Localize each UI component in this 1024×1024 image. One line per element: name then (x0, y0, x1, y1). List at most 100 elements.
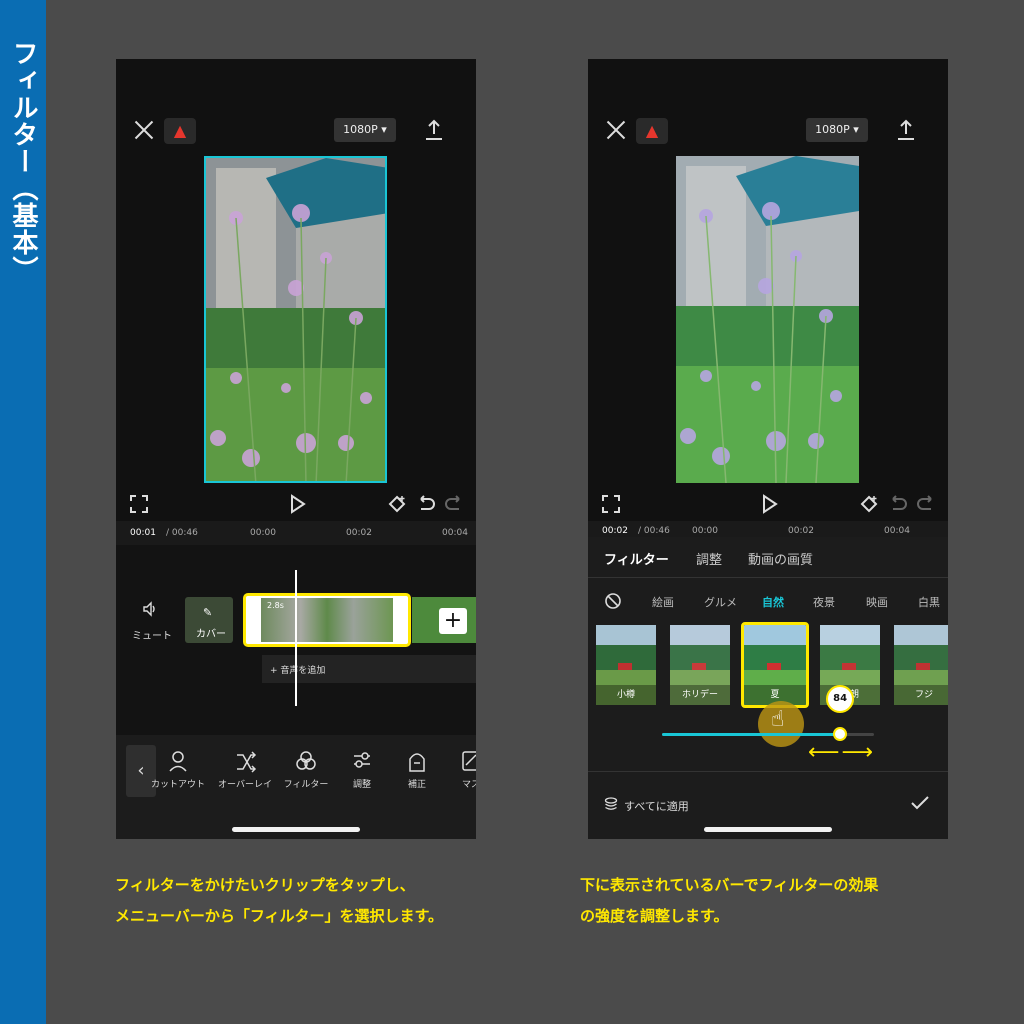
tool-label: フィルター (283, 780, 329, 790)
flower-photo-filtered (676, 156, 859, 483)
category-nature[interactable]: 自然 (762, 594, 784, 610)
clip-duration: 2.8s (267, 601, 284, 610)
intensity-slider-knob[interactable] (833, 727, 848, 741)
home-indicator (704, 827, 832, 832)
play-icon[interactable] (758, 493, 780, 515)
redo-icon[interactable] (915, 493, 937, 515)
resolution-label: 1080P (815, 123, 850, 136)
hand-pointer-icon: ☝ (771, 707, 785, 732)
filter-label: フジ (894, 685, 948, 705)
tool-label: オーバーレイ (218, 780, 272, 790)
tool-cutout[interactable]: カットアウト (148, 749, 208, 790)
caption-left: フィルターをかけたいクリップをタップし、 メニューバーから「フィルター」を選択し… (115, 876, 444, 925)
tool-filter[interactable]: フィルター (276, 749, 336, 790)
timecode-bar: 00:01 / 00:46 00:00 00:02 00:04 (116, 521, 476, 545)
timeline[interactable]: ミュート ✎ カバー 2.8s + + 音声を追加 (116, 545, 476, 735)
mask-icon (462, 751, 476, 771)
time-total: / 00:46 (166, 528, 198, 538)
playhead[interactable] (295, 570, 297, 706)
no-filter-icon[interactable] (604, 592, 622, 610)
phone-screen-left: ▲ 1080P ▾ 00:01 / 00:46 00:00 00:02 00:0… (116, 59, 476, 839)
tool-overlay[interactable]: オーバーレイ (215, 749, 275, 790)
fullscreen-icon[interactable] (600, 493, 622, 515)
flame-icon[interactable]: ▲ (164, 118, 196, 144)
apply-all-button[interactable]: すべてに適用 (624, 798, 689, 814)
divider (588, 577, 948, 578)
tick-label: 00:04 (884, 526, 910, 536)
category-movie[interactable]: 映画 (866, 594, 888, 610)
cutout-icon (169, 751, 187, 772)
flower-photo (206, 158, 385, 481)
cover-label: カバー (196, 629, 226, 640)
time-current: 00:01 (130, 528, 156, 538)
category-gourmet[interactable]: グルメ (704, 594, 737, 610)
undo-icon[interactable] (887, 493, 909, 515)
resolution-label: 1080P (343, 123, 378, 136)
tool-mask[interactable]: マス (441, 749, 476, 790)
sidebar-title: フィルター（基本） (8, 40, 38, 283)
divider (588, 771, 948, 772)
drag-arrows-icon: ⟵⟶ (808, 740, 876, 765)
flame-icon[interactable]: ▲ (636, 118, 668, 144)
layers-icon[interactable] (604, 797, 618, 811)
filter-thumbnail[interactable]: ホリデー (670, 625, 730, 705)
check-icon[interactable] (910, 795, 930, 811)
tool-adjust[interactable]: 調整 (332, 749, 392, 790)
tick-label: 00:04 (442, 528, 468, 538)
tool-retouch[interactable]: 補正 (387, 749, 447, 790)
tick-label: 00:00 (692, 526, 718, 536)
cover-button[interactable]: ✎ カバー (185, 597, 233, 643)
selected-clip[interactable]: 2.8s (243, 593, 411, 647)
redo-icon[interactable] (443, 493, 465, 515)
add-clip-button[interactable]: + (439, 608, 467, 634)
tick-label: 00:02 (788, 526, 814, 536)
export-icon[interactable] (896, 119, 916, 141)
add-audio-label: + 音声を追加 (270, 666, 326, 676)
bottom-toolbar: ‹ カットアウト オーバーレイ フィルター 調整 補正 マス ☝ (116, 735, 476, 839)
tab-adjust[interactable]: 調整 (696, 549, 722, 568)
home-indicator (232, 827, 360, 832)
tab-filter[interactable]: フィルター (604, 549, 669, 568)
undo-icon[interactable] (415, 493, 437, 515)
category-night[interactable]: 夜景 (813, 594, 835, 610)
tool-label: 調整 (352, 780, 371, 790)
filter-label: 小樽 (596, 685, 656, 705)
close-icon[interactable] (134, 120, 154, 140)
fullscreen-icon[interactable] (128, 493, 150, 515)
video-preview[interactable] (204, 156, 387, 483)
play-icon[interactable] (286, 493, 308, 515)
resolution-dropdown[interactable]: 1080P ▾ (334, 118, 396, 142)
video-preview[interactable] (676, 156, 859, 483)
edit-icon: ✎ (203, 606, 213, 619)
speaker-icon[interactable] (142, 601, 158, 617)
caption-right: 下に表示されているバーでフィルターの効果 の強度を調整します。 (580, 876, 879, 925)
tab-video-quality[interactable]: 動画の画質 (748, 549, 813, 568)
sidebar: フィルター（基本） (0, 0, 46, 1024)
resolution-dropdown[interactable]: 1080P ▾ (806, 118, 868, 142)
filter-panel: フィルター 調整 動画の画質 絵画 グルメ 自然 夜景 映画 白黒 小樽 ホリデ… (588, 537, 948, 839)
filter-icon (296, 751, 316, 770)
time-current: 00:02 (602, 526, 628, 536)
filter-thumbnail[interactable]: 小樽 (596, 625, 656, 705)
shuffle-icon (237, 751, 257, 773)
sliders-icon (354, 752, 370, 768)
mute-label: ミュート (132, 631, 172, 642)
keyframe-icon[interactable] (386, 493, 408, 515)
category-monochrome[interactable]: 白黒 (918, 594, 940, 610)
timecode-bar: 00:02 / 00:46 00:00 00:02 00:04 (588, 521, 948, 537)
time-total: / 00:46 (638, 526, 670, 536)
tool-label: カットアウト (150, 780, 205, 790)
filter-label: ホリデー (670, 685, 730, 705)
keyframe-icon[interactable] (858, 493, 880, 515)
close-icon[interactable] (606, 120, 626, 140)
export-icon[interactable] (424, 119, 444, 141)
intensity-slider-fill (662, 733, 841, 736)
filter-thumbnail[interactable]: フジ (894, 625, 948, 705)
tool-label: マス (461, 780, 476, 790)
intensity-value-bubble: 84 (826, 685, 855, 713)
filter-thumbnail-selected[interactable]: 夏 (741, 622, 809, 708)
tool-label: 補正 (407, 780, 426, 790)
tick-label: 00:00 (250, 528, 276, 538)
category-painting[interactable]: 絵画 (652, 594, 674, 610)
tick-label: 00:02 (346, 528, 372, 538)
